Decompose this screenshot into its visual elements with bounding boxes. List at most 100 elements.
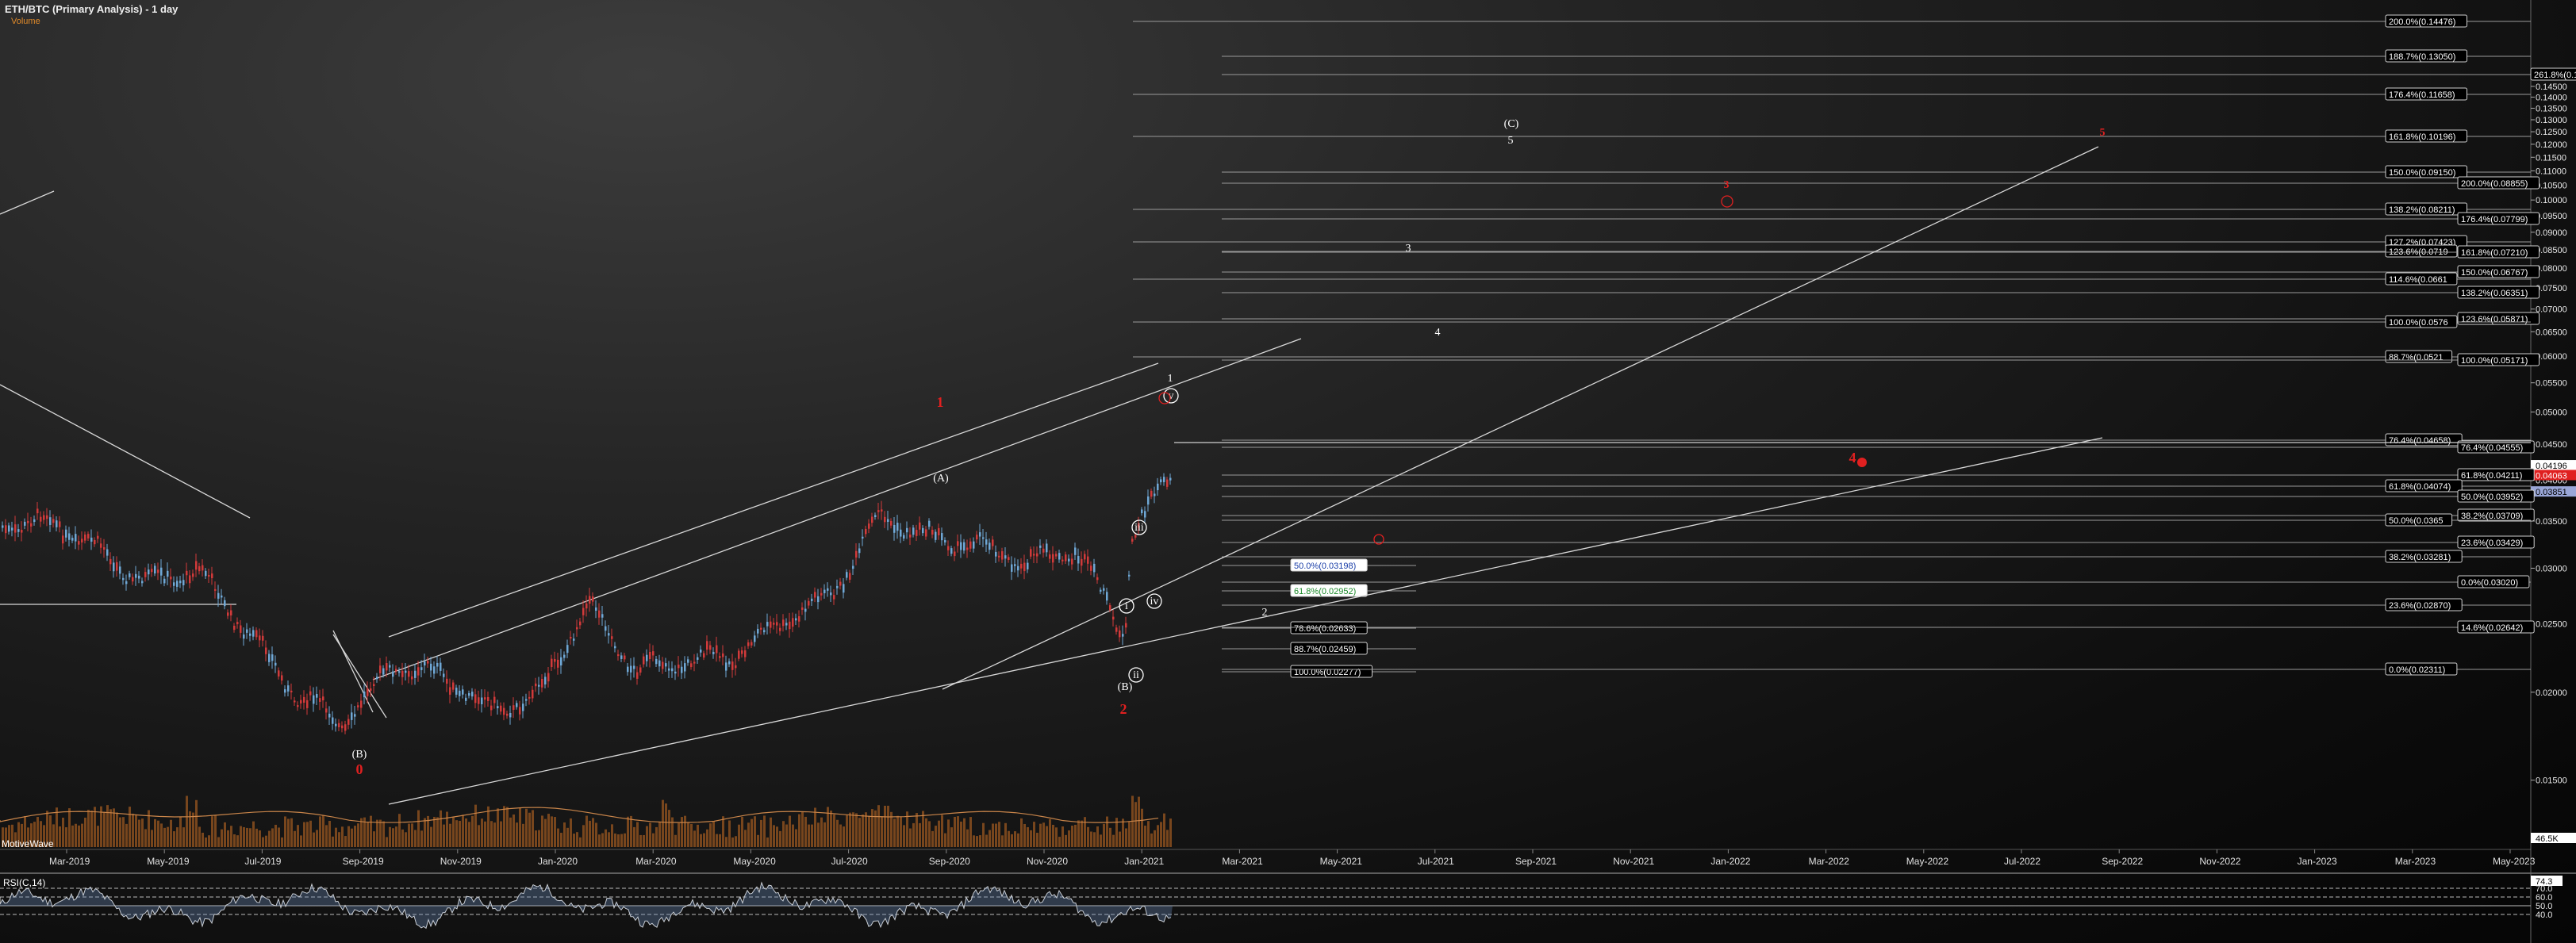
candle [525, 699, 528, 701]
volume-bar [658, 821, 661, 847]
price-tick-label: 0.04500 [2536, 440, 2567, 450]
volume-bar [94, 807, 96, 847]
candle [344, 724, 347, 731]
volume-bar [370, 815, 372, 847]
candle [335, 723, 337, 726]
candle [1065, 554, 1067, 562]
volume-bar [398, 814, 401, 847]
volume-bar [341, 826, 344, 847]
volume-bar [938, 820, 940, 847]
candle [357, 705, 359, 707]
volume-bar [925, 818, 927, 847]
candle [144, 572, 147, 577]
volume-bar [947, 819, 950, 847]
volume-bar [144, 829, 147, 847]
volume-bar [620, 834, 623, 847]
candle [259, 635, 261, 641]
volume-bar [202, 832, 204, 847]
wave-label: (A) [933, 473, 949, 485]
candle [700, 650, 702, 653]
volume-bar [735, 836, 737, 847]
candle [367, 688, 369, 696]
fib-level-label: 0.0%(0.02311) [2389, 665, 2445, 675]
candle [1011, 564, 1013, 572]
volume-bar [141, 818, 144, 847]
volume-bar [1166, 830, 1169, 847]
candle [62, 535, 64, 544]
volume-bar [589, 820, 591, 847]
volume-bar [1122, 818, 1124, 847]
candle [655, 658, 658, 665]
time-tick-label: Mar-2023 [2395, 856, 2436, 867]
volume-bar [516, 822, 518, 847]
volume-bar [655, 826, 658, 847]
candle [1106, 592, 1108, 601]
candle [487, 696, 489, 701]
volume-bar [868, 815, 870, 847]
volume-bar [1109, 827, 1111, 847]
candle [430, 663, 432, 671]
candle [614, 646, 616, 649]
candle [129, 573, 131, 577]
volume-bar [858, 818, 861, 847]
volume-bar [916, 813, 918, 847]
candle [125, 581, 128, 585]
volume-bar [1001, 835, 1004, 847]
time-tick-label: Jan-2020 [538, 856, 578, 867]
candle [360, 700, 363, 708]
candle [833, 595, 835, 600]
candle [49, 517, 52, 525]
candle [246, 629, 248, 633]
fib-level-label: 176.4%(0.07799) [2461, 215, 2528, 224]
volume-bar [313, 832, 315, 847]
wave-label: 5 [1508, 135, 1514, 147]
volume-bar [684, 815, 686, 847]
volume-bar [65, 827, 67, 847]
candle [71, 538, 74, 541]
volume-bar [687, 822, 689, 847]
candle [722, 653, 724, 657]
wave-label: 3 [1724, 179, 1729, 191]
price-chart[interactable]: 0.145000.14000 0.13500 0.13000 0.12500 0.120… [0, 0, 2576, 943]
wave-label: 5 [2100, 127, 2106, 139]
volume-bar [912, 822, 915, 847]
volume-bar [1068, 830, 1070, 847]
volume-bar [922, 811, 924, 847]
volume-bar [935, 826, 937, 847]
volume-bar [627, 816, 629, 847]
candle [167, 570, 169, 577]
chart-root: 0.14500 0.14000 0.13500 0.13000 0.12500 0.120… [0, 0, 2576, 943]
volume-bar [268, 830, 271, 847]
candle [138, 575, 140, 579]
volume-bar [417, 810, 420, 847]
candle [192, 573, 194, 577]
candle [468, 692, 470, 696]
fib-level-label: 150.0%(0.09150) [2389, 168, 2455, 178]
volume-bar [779, 830, 781, 847]
price-tick-label: 0.12500 [2536, 128, 2567, 137]
candle [506, 713, 509, 716]
fib-level-label: 161.8%(0.10196) [2389, 132, 2455, 142]
candle [608, 633, 610, 636]
candle [478, 697, 480, 704]
candle [116, 562, 118, 571]
candle [877, 510, 880, 512]
volume-bar [62, 817, 64, 847]
volume-bar [738, 824, 740, 847]
candle [928, 520, 931, 527]
candle [976, 535, 978, 540]
volume-bar [697, 824, 699, 847]
volume-bar [1033, 822, 1035, 847]
candle [465, 697, 467, 701]
volume-bar [325, 825, 328, 847]
candle [639, 667, 642, 673]
volume-bar [309, 820, 312, 847]
volume-bar [500, 821, 502, 847]
fib-level-label: 261.8%(0.12346) [2534, 71, 2576, 80]
volume-bar [1125, 828, 1127, 847]
candle [309, 691, 312, 696]
volume-bar [160, 823, 163, 847]
candle [570, 636, 572, 639]
candle [738, 650, 740, 659]
volume-bar [1157, 825, 1159, 847]
